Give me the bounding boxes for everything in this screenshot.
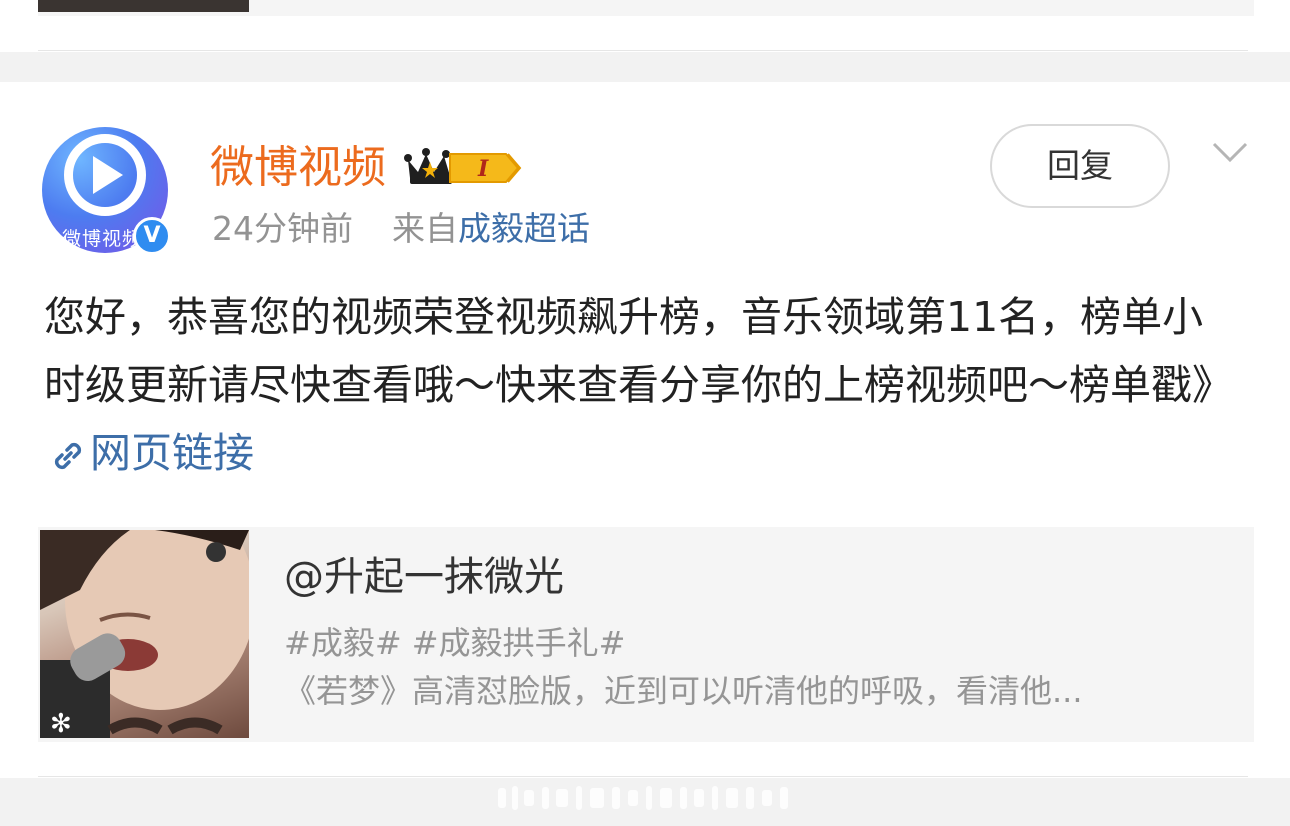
embedded-post-tags[interactable]: #成毅# #成毅拱手礼# (284, 622, 625, 664)
watermark-icon (498, 786, 788, 810)
verified-badge-icon: V (133, 217, 171, 255)
username[interactable]: 微博视频 (210, 140, 386, 196)
avatar-label: 微博视频 (62, 228, 143, 250)
embedded-post-description: 《若梦》高清怼脸版，近到可以听清他的呼吸，看清他... (284, 672, 1083, 710)
post-body-text: 您好，恭喜您的视频荣登视频飙升榜，音乐领域第11名，榜单小时级更新请尽快查看哦～… (44, 293, 1233, 409)
post-body: 您好，恭喜您的视频荣登视频飙升榜，音乐领域第11名，榜单小时级更新请尽快查看哦～… (44, 283, 1244, 487)
previous-post-thumbnail[interactable] (38, 0, 249, 12)
svg-text:✻: ✻ (50, 709, 72, 738)
play-icon (93, 156, 123, 194)
reply-button[interactable]: 回复 (990, 124, 1170, 208)
web-link-text[interactable]: 网页链接 (90, 429, 254, 477)
source-link[interactable]: 成毅超话 (458, 209, 590, 248)
link-icon (54, 442, 82, 470)
embedded-post-thumbnail[interactable]: ✻ (40, 530, 249, 738)
source-prefix: 来自 (392, 209, 458, 248)
chevron-down-icon[interactable] (1212, 140, 1248, 164)
divider (38, 776, 1248, 777)
embedded-post-author[interactable]: @升起一抹微光 (284, 550, 564, 604)
divider (38, 50, 1248, 51)
web-link[interactable]: 网页链接 (44, 429, 254, 477)
member-level: I (477, 156, 489, 182)
post-meta: 24分钟前 来自成毅超话 (212, 207, 590, 251)
member-rank-badge-icon: I (449, 153, 522, 183)
post-time: 24分钟前 (212, 209, 353, 248)
feed-separator (0, 52, 1290, 82)
